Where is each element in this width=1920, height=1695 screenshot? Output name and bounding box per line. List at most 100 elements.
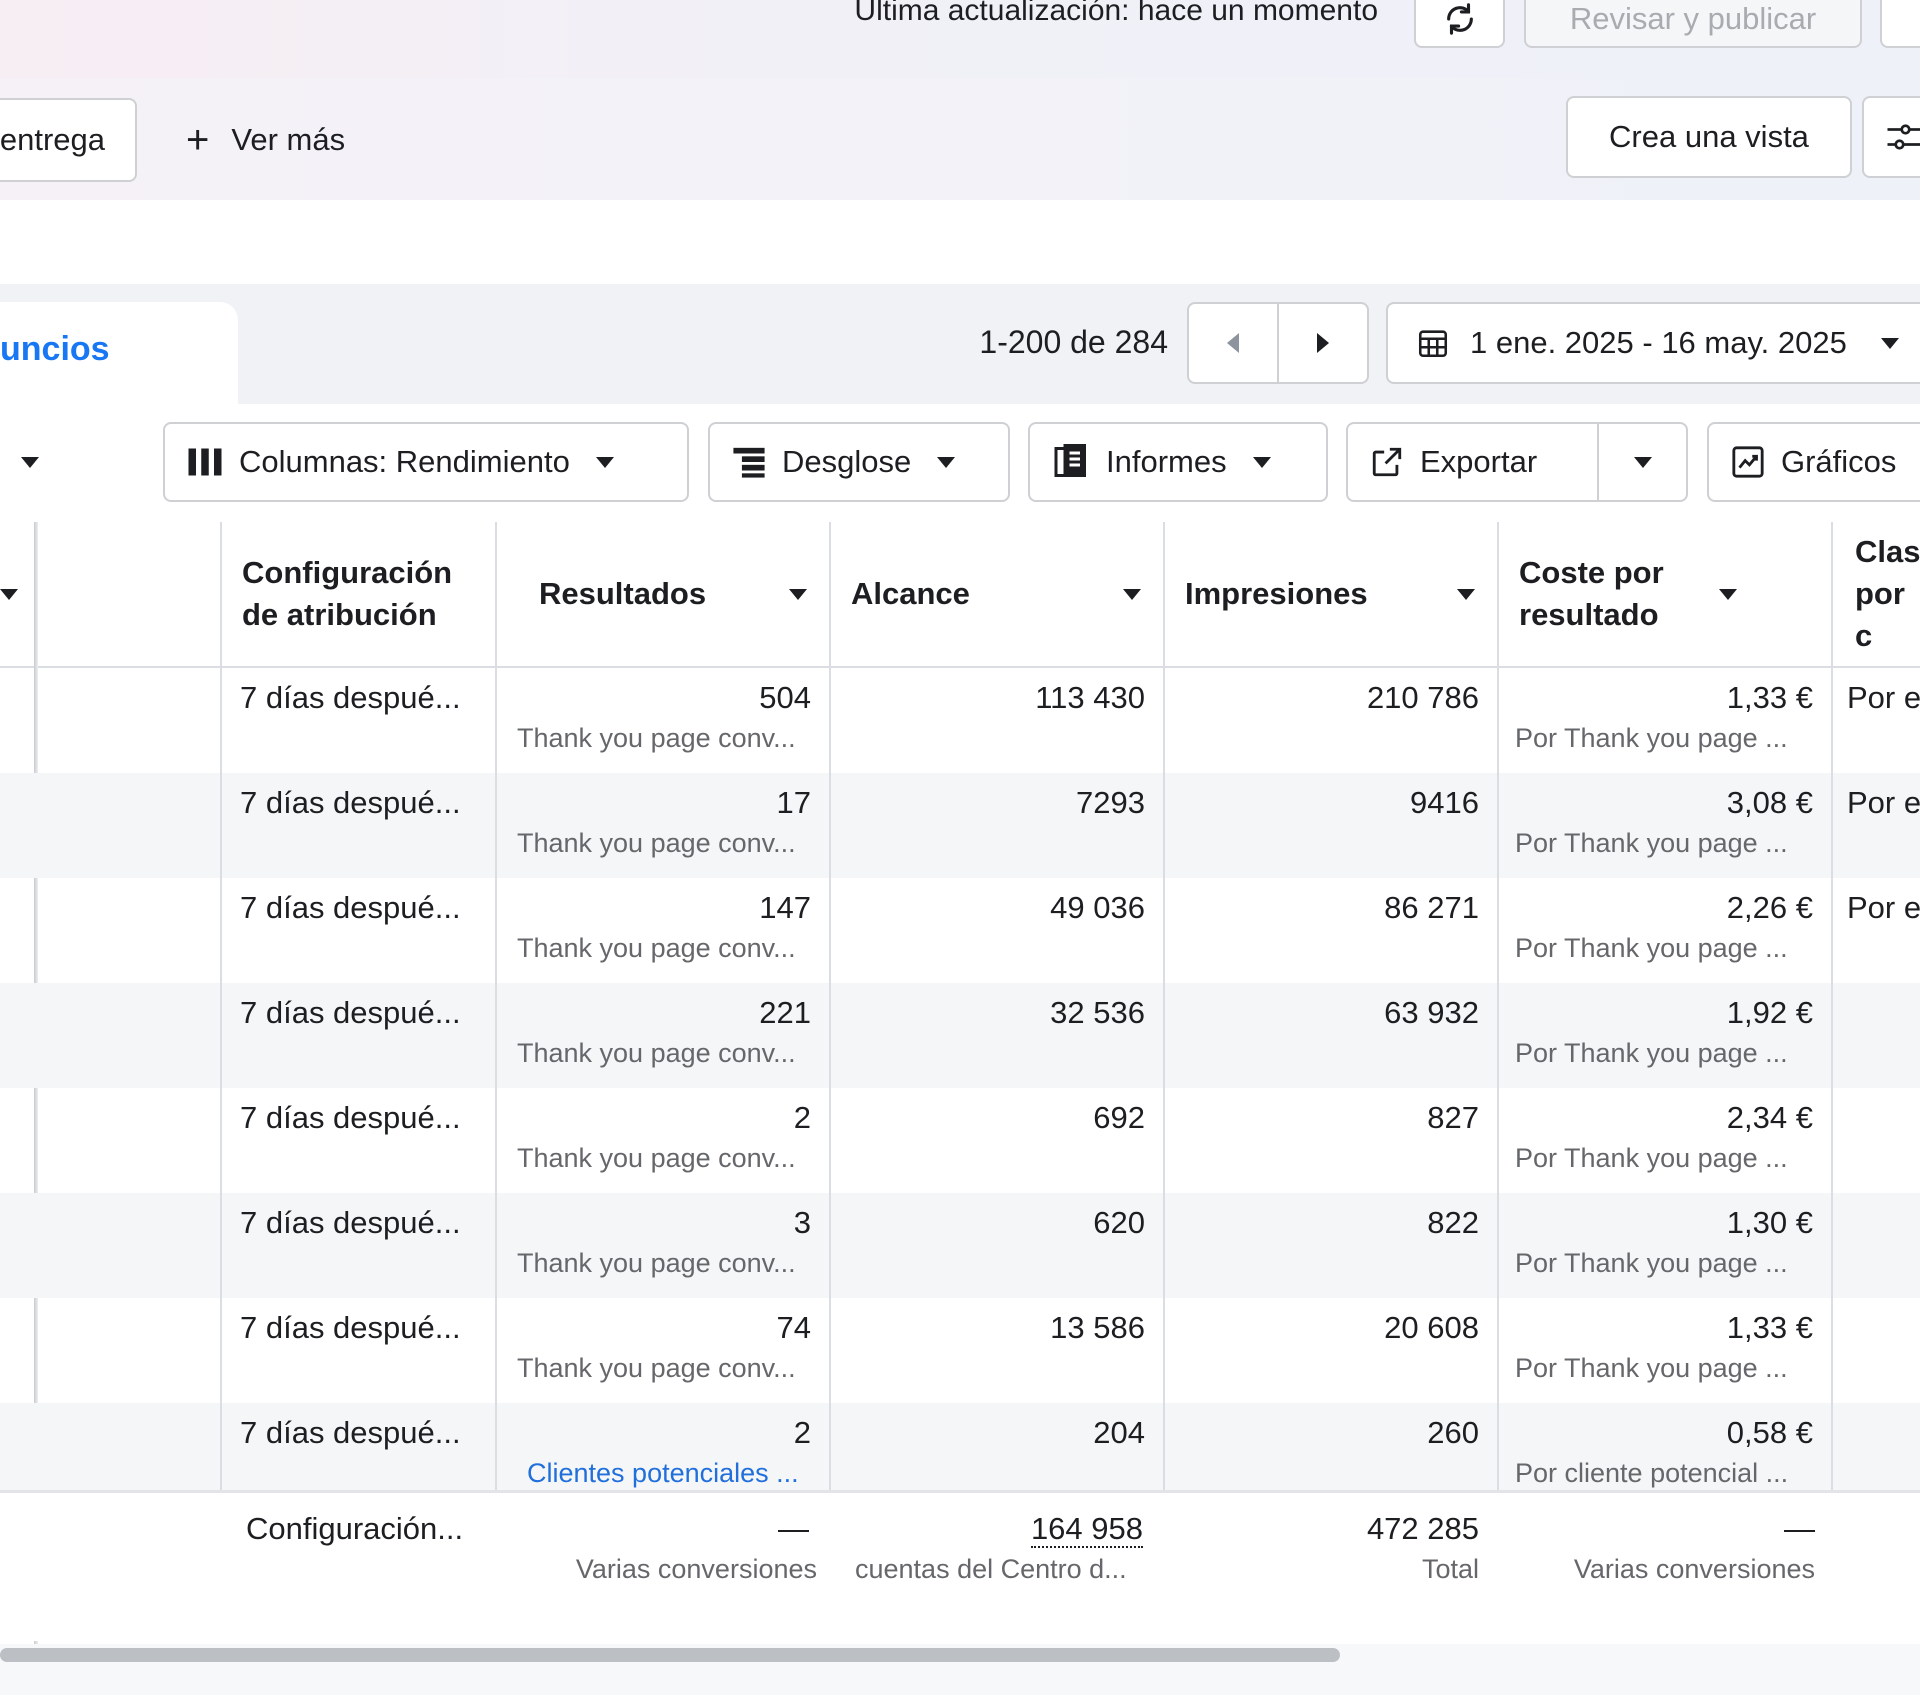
cell-results-subtitle: Thank you page conv... <box>517 1143 796 1173</box>
cell-cost-per-result: 1,92 € Por Thank you page ... <box>1499 983 1831 1088</box>
cell-cost-per-result-value: 2,34 € <box>1726 1100 1813 1135</box>
cell-class-value: Por e <box>1847 890 1920 925</box>
cell-reach: 620 <box>831 1193 1163 1298</box>
cell-attribution-value: 7 días despué... <box>240 1310 461 1345</box>
delivery-tab-label: entrega <box>0 122 105 157</box>
columns-label: Columnas: Rendimiento <box>239 444 570 479</box>
cell-results-value: 3 <box>793 1205 811 1240</box>
previous-page-button[interactable] <box>1187 302 1279 384</box>
cell-reach-value: 49 036 <box>1050 890 1145 925</box>
cell-attribution: 7 días despué... <box>222 773 495 878</box>
column-header-attribution[interactable]: Configuración de atribución <box>220 522 497 668</box>
table-row[interactable]: 7 días despué... 504 Thank you page conv..… <box>0 668 1920 773</box>
cell-impressions: 210 786 <box>1165 668 1497 773</box>
cell-reach-value: 32 536 <box>1050 995 1145 1030</box>
cell-attribution: 7 días despué... <box>222 1193 495 1298</box>
cell-reach: 692 <box>831 1088 1163 1193</box>
cell-reach-value: 113 430 <box>1035 680 1145 715</box>
delivery-tab-button[interactable]: entrega <box>0 98 137 182</box>
cell-cost-per-result-subtitle: Por cliente potencial ... <box>1515 1458 1789 1488</box>
cell-attribution: 7 días despué... <box>222 983 495 1088</box>
table-row[interactable]: 7 días despué... 3 Thank you page conv... 6… <box>0 1193 1920 1298</box>
cell-results: 147 Thank you page conv... <box>497 878 829 983</box>
reports-label: Informes <box>1106 444 1227 479</box>
cell-results: 221 Thank you page conv... <box>497 983 829 1088</box>
cell-reach: 32 536 <box>831 983 1163 1088</box>
chevron-down-icon <box>1123 588 1141 600</box>
cell-reach-value: 692 <box>1093 1100 1145 1135</box>
cell-cost-per-result-subtitle: Por Thank you page ... <box>1515 828 1788 858</box>
cell-attribution: 7 días despué... <box>222 1298 495 1403</box>
cell-results: 74 Thank you page conv... <box>497 1298 829 1403</box>
reports-button[interactable]: Informes <box>1028 422 1328 502</box>
cell-impressions-value: 20 608 <box>1384 1310 1479 1345</box>
date-range-picker[interactable]: 1 ene. 2025 - 16 may. 2025 <box>1386 302 1920 384</box>
cell-results-value: 2 <box>793 1100 811 1135</box>
see-more-button[interactable]: + Ver más <box>186 118 345 162</box>
breakdown-button[interactable]: Desglose <box>708 422 1010 502</box>
column-header-results[interactable]: Resultados <box>495 522 831 668</box>
column-divider <box>1163 522 1165 1638</box>
table-row[interactable]: 7 días despué... 2 Thank you page conv... 6… <box>0 1088 1920 1193</box>
cell-reach-value: 13 586 <box>1050 1310 1145 1345</box>
chevron-down-icon <box>1719 588 1737 600</box>
caret-left-icon <box>1227 333 1239 353</box>
export-options-button[interactable] <box>1597 422 1688 502</box>
summary-reach[interactable]: 164 958 cuentas del Centro d... <box>831 1493 1163 1598</box>
charts-button[interactable]: Gráficos <box>1707 422 1920 502</box>
tab-ads-label: uncios <box>0 330 110 368</box>
table-row[interactable]: 7 días despué... 147 Thank you page conv..… <box>0 878 1920 983</box>
columns-button[interactable]: Columnas: Rendimiento <box>163 422 689 502</box>
cell-impressions: 86 271 <box>1165 878 1497 983</box>
scrollbar-thumb[interactable] <box>0 1648 1340 1662</box>
export-button[interactable]: Exportar <box>1346 422 1600 502</box>
next-page-button[interactable] <box>1277 302 1369 384</box>
table-row[interactable]: 7 días despué... 221 Thank you page conv..… <box>0 983 1920 1088</box>
table-row[interactable]: 7 días despué... 17 Thank you page conv...… <box>0 773 1920 878</box>
export-label: Exportar <box>1420 444 1538 479</box>
more-options-button[interactable] <box>1880 0 1920 48</box>
filter-bar: entrega + Ver más Crea una vista <box>0 78 1920 200</box>
cell-class: Por e <box>1833 668 1920 773</box>
column-divider <box>1497 522 1499 1638</box>
level-dropdown[interactable] <box>0 422 60 502</box>
cell-impressions-value: 86 271 <box>1384 890 1479 925</box>
cell-results: 3 Thank you page conv... <box>497 1193 829 1298</box>
cell-reach-value: 7293 <box>1076 785 1145 820</box>
cell-results-value: 147 <box>759 890 811 925</box>
cell-reach: 13 586 <box>831 1298 1163 1403</box>
column-divider <box>1831 522 1833 1638</box>
cell-cost-per-result-value: 1,33 € <box>1726 1310 1813 1345</box>
charts-label: Gráficos <box>1781 444 1897 479</box>
column-header-cost-per-result[interactable]: Coste por resultado <box>1497 522 1833 668</box>
cell-cost-per-result-value: 1,33 € <box>1726 680 1813 715</box>
cell-cost-per-result: 1,30 € Por Thank you page ... <box>1499 1193 1831 1298</box>
cell-reach-value: 620 <box>1093 1205 1145 1240</box>
cell-results-subtitle[interactable]: Clientes potenciales ... <box>517 1455 811 1491</box>
column-header-impressions[interactable]: Impresiones <box>1163 522 1499 668</box>
cell-impressions-value: 210 786 <box>1366 680 1479 715</box>
column-header-reach[interactable]: Alcance <box>829 522 1165 668</box>
last-update-text: Última actualización: hace un momento <box>854 0 1378 27</box>
cell-results: 17 Thank you page conv... <box>497 773 829 878</box>
review-publish-button[interactable]: Revisar y publicar <box>1524 0 1862 48</box>
cell-impressions-value: 9416 <box>1410 785 1479 820</box>
cell-cost-per-result-value: 2,26 € <box>1726 890 1813 925</box>
cell-results-value: 504 <box>759 680 811 715</box>
column-header-class[interactable]: Clas por c <box>1831 522 1920 668</box>
refresh-button[interactable] <box>1414 0 1505 48</box>
calendar-icon <box>1418 330 1448 358</box>
sliders-icon <box>1887 124 1920 150</box>
cell-impressions: 20 608 <box>1165 1298 1497 1403</box>
cell-impressions-value: 260 <box>1427 1415 1479 1450</box>
breakdown-icon <box>733 447 765 478</box>
cell-results-value: 221 <box>759 995 811 1030</box>
create-view-button[interactable]: Crea una vista <box>1566 96 1852 178</box>
cell-cost-per-result: 2,26 € Por Thank you page ... <box>1499 878 1831 983</box>
cell-results-value: 17 <box>776 785 811 820</box>
view-settings-button[interactable] <box>1862 96 1920 178</box>
cell-results: 504 Thank you page conv... <box>497 668 829 773</box>
summary-reach-value[interactable]: 164 958 <box>1030 1511 1143 1548</box>
table-row[interactable]: 7 días despué... 74 Thank you page conv...… <box>0 1298 1920 1403</box>
cell-results-subtitle: Thank you page conv... <box>517 723 796 753</box>
